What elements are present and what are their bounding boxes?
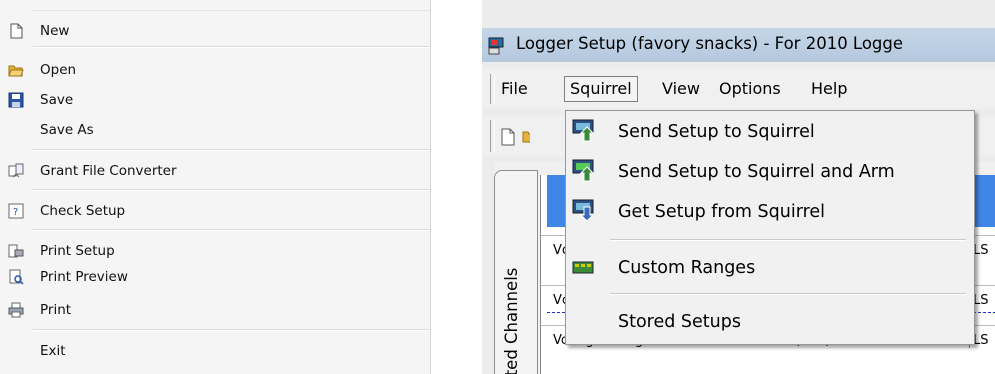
menu-view[interactable]: View [657,76,705,102]
menu-item-label: Custom Ranges [618,258,756,278]
open-folder-icon[interactable] [522,128,530,144]
menu-bar: File Squirrel View Options Help [482,68,995,108]
menu-separator [610,239,966,241]
menu-item-label: Save As [40,122,94,138]
new-document-icon [8,23,24,39]
menu-separator [33,46,430,48]
send-setup-icon [572,119,598,148]
menu-item-print[interactable]: Print [0,299,430,321]
tab-calculated-channels[interactable]: lated Channels [494,170,538,374]
tab-label: lated Channels [502,267,521,374]
menu-item-label: Print [40,302,72,318]
menu-item-label: Check Setup [40,203,126,219]
menu-item-print-preview[interactable]: Print Preview [0,266,430,288]
app-icon [488,36,510,60]
menu-item-label: Grant File Converter [40,163,177,179]
menu-file[interactable]: File [496,76,533,102]
menu-separator [33,229,430,231]
file-converter-icon [8,163,24,179]
menu-item-save-as[interactable]: Save As [0,119,430,141]
menu-item-label: Send Setup to Squirrel [618,122,815,142]
save-disk-icon [8,92,24,108]
menu-item-label: Exit [40,343,66,359]
menu-help[interactable]: Help [806,76,852,102]
menu-item-print-setup[interactable]: Print Setup [0,240,430,262]
send-and-arm-icon [572,159,598,188]
menu-item-open[interactable]: Open [0,59,430,81]
new-document-icon[interactable] [500,128,516,150]
print-preview-icon [8,269,24,285]
menu-item-stored-setups[interactable]: Stored Setups [566,305,974,341]
custom-ranges-icon [572,259,596,282]
menu-separator [33,189,430,191]
menu-item-label: Stored Setups [618,312,741,332]
menu-squirrel[interactable]: Squirrel [564,76,638,102]
menu-item-label: Print Setup [40,243,115,259]
menu-item-check-setup[interactable]: ? Check Setup [0,200,430,222]
open-folder-icon [8,62,24,78]
menu-item-label: Send Setup to Squirrel and Arm [618,162,895,182]
menu-item-send-and-arm[interactable]: Send Setup to Squirrel and Arm [566,155,974,191]
menu-item-label: Get Setup from Squirrel [618,202,826,222]
get-setup-icon [572,199,598,228]
toolbar-grip[interactable] [490,120,495,152]
menu-item-custom-ranges[interactable]: Custom Ranges [566,251,974,287]
menu-item-new[interactable]: New [0,20,430,42]
file-menu: New Open Save Save As Grant File Convert… [0,0,431,374]
check-setup-icon: ? [8,203,24,219]
menu-separator [33,329,430,331]
menu-item-label: Print Preview [40,269,128,285]
menu-top-divider [33,10,430,11]
title-bar: Logger Setup (favory snacks) - For 2010 … [482,28,995,62]
menu-item-send-setup[interactable]: Send Setup to Squirrel [566,115,974,151]
menu-item-get-setup[interactable]: Get Setup from Squirrel [566,195,974,231]
print-setup-icon [8,243,24,259]
menu-item-grant-file-converter[interactable]: Grant File Converter [0,160,430,182]
menu-item-save[interactable]: Save [0,89,430,111]
menu-item-label: New [40,23,70,39]
menu-separator [610,293,966,295]
menu-item-label: Save [40,92,74,108]
menu-item-exit[interactable]: Exit [0,340,430,362]
menu-separator [33,149,430,151]
svg-text:?: ? [13,207,18,218]
window-title: Logger Setup (favory snacks) - For 2010 … [516,34,904,53]
squirrel-dropdown-menu: Send Setup to Squirrel Send Setup to Squ… [565,110,975,345]
menu-options[interactable]: Options [714,76,786,102]
menu-bar-grip[interactable] [490,74,495,104]
printer-icon [8,302,24,318]
menu-item-label: Open [40,62,77,78]
